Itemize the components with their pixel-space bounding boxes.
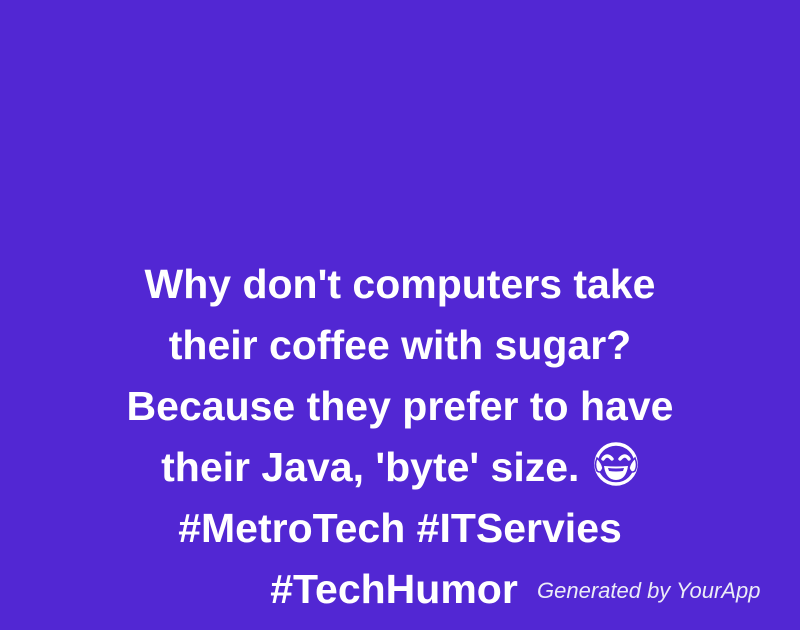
joke-text: Why don't computers take their coffee wi… — [0, 254, 800, 620]
joke-line-1: Why don't computers take — [144, 261, 656, 307]
joke-card: Why don't computers take their coffee wi… — [0, 0, 800, 630]
joke-line-3: Because they prefer to have — [126, 383, 674, 429]
joke-line-5: #MetroTech #ITServies — [178, 505, 622, 551]
joke-line-4: their Java, 'byte' size. — [161, 444, 580, 490]
joke-line-2: their coffee with sugar? — [168, 322, 632, 368]
face-with-tears-of-joy-icon — [593, 441, 639, 487]
joke-line-4-wrapper: their Java, 'byte' size. — [0, 437, 800, 498]
generated-by-watermark: Generated by YourApp — [537, 578, 761, 603]
